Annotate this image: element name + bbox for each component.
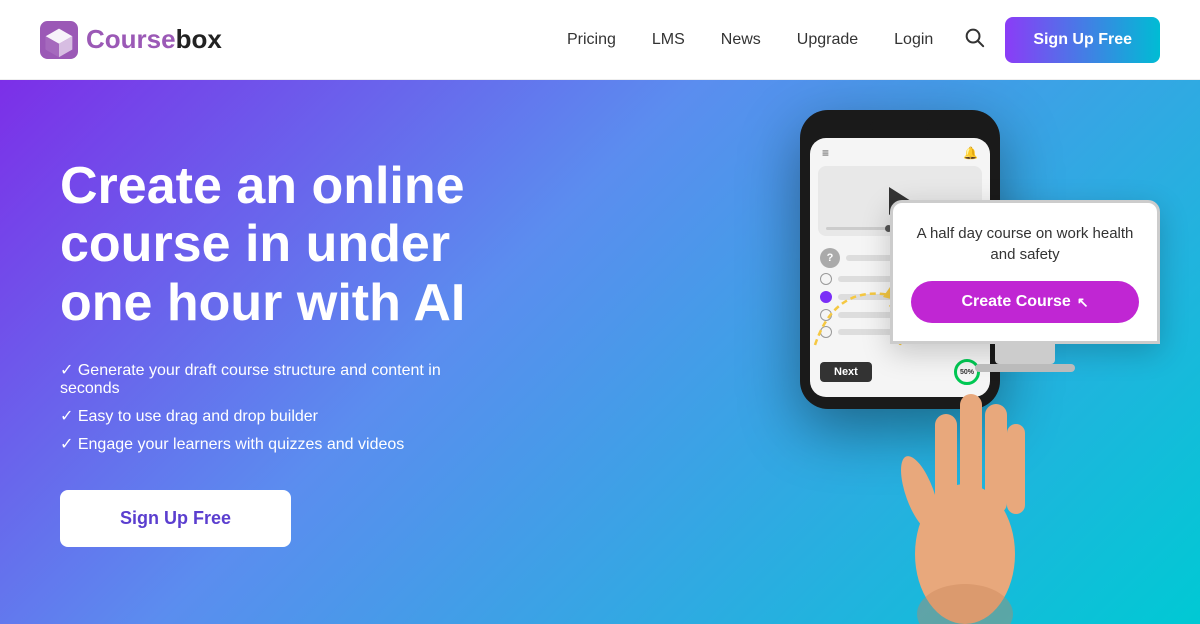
monitor-prompt-text: A half day course on work health and saf…	[911, 223, 1139, 265]
header-signup-button[interactable]: Sign Up Free	[1005, 17, 1160, 63]
hero-content: Create an online course in under one hou…	[0, 107, 560, 597]
main-nav: Pricing LMS News Upgrade Login	[567, 31, 933, 49]
hero-headline: Create an online course in under one hou…	[60, 157, 500, 332]
phone-notch	[870, 122, 930, 130]
feature-1: ✓ Generate your draft course structure a…	[60, 360, 500, 398]
hero-signup-button[interactable]: Sign Up Free	[60, 490, 291, 547]
nav-pricing[interactable]: Pricing	[567, 31, 616, 49]
header: Coursebox Pricing LMS News Upgrade Login…	[0, 0, 1200, 80]
search-icon	[963, 26, 985, 48]
logo-text: Coursebox	[86, 24, 222, 55]
hand-illustration	[895, 274, 1035, 624]
cursor-icon: ↖	[1077, 294, 1089, 311]
logo-area: Coursebox	[40, 21, 222, 59]
search-button[interactable]	[963, 26, 985, 54]
hand-svg	[895, 274, 1035, 624]
hero-section: Create an online course in under one hou…	[0, 80, 1200, 624]
nav-lms[interactable]: LMS	[652, 31, 685, 49]
nav-news[interactable]: News	[721, 31, 761, 49]
feature-2: ✓ Easy to use drag and drop builder	[60, 406, 500, 426]
next-button-phone: Next	[820, 362, 872, 382]
phone-header-bar: ≡ 🔔	[818, 146, 982, 160]
feature-3: ✓ Engage your learners with quizzes and …	[60, 434, 500, 454]
hamburger-icon: ≡	[822, 147, 830, 159]
nav-upgrade[interactable]: Upgrade	[797, 31, 858, 49]
hero-features: ✓ Generate your draft course structure a…	[60, 360, 500, 454]
logo-icon	[40, 21, 78, 59]
nav-login[interactable]: Login	[894, 31, 933, 49]
bell-icon: 🔔	[963, 146, 978, 160]
